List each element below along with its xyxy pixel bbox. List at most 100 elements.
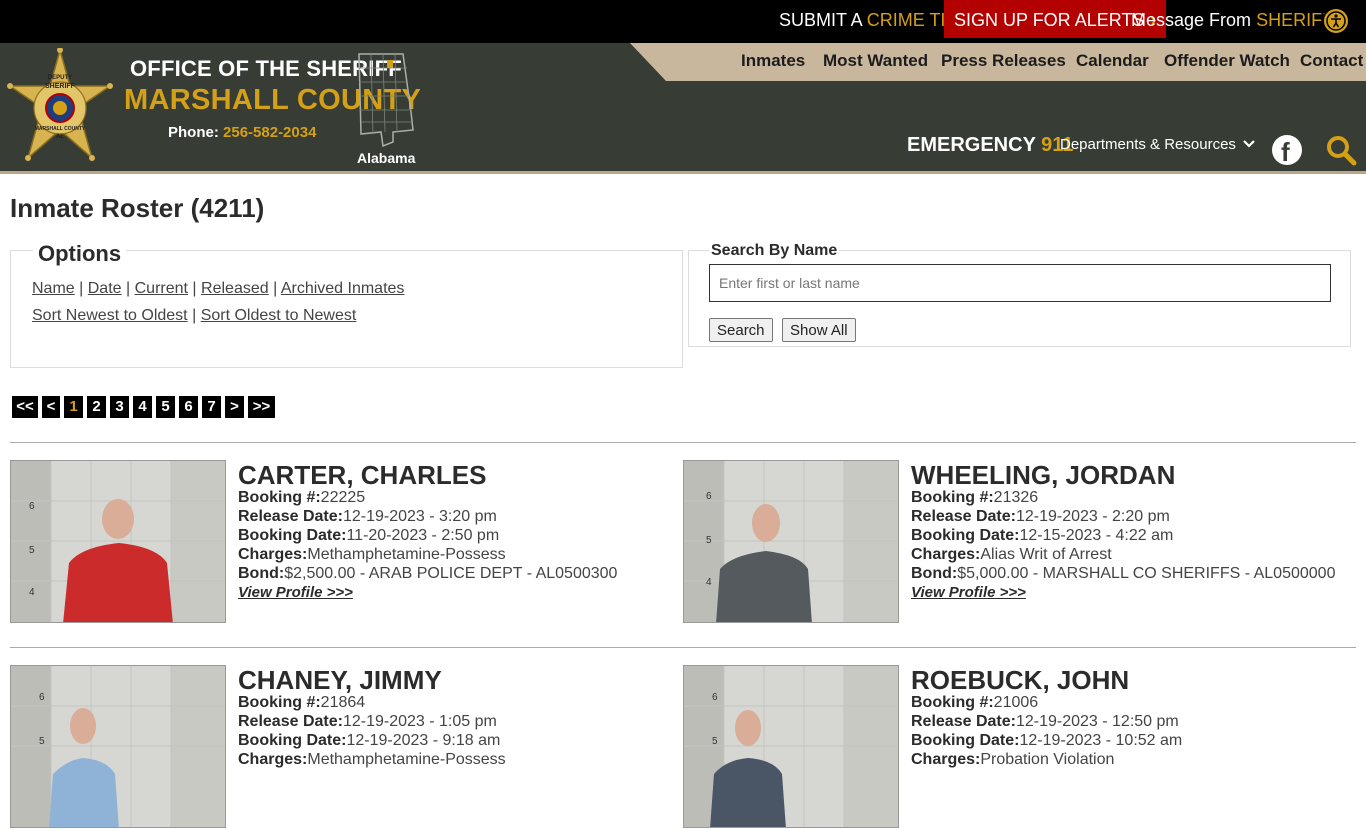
booking-label: Booking #:: [911, 489, 994, 506]
inmate-card: 6 5 CHANEY, JIMMY Booking #:21864 Releas…: [10, 665, 670, 830]
page-4[interactable]: 4: [133, 396, 152, 418]
nav-most-wanted[interactable]: Most Wanted: [823, 51, 928, 71]
sort-date-link[interactable]: Date: [88, 280, 122, 297]
emergency-911[interactable]: EMERGENCY 911: [907, 134, 1073, 157]
booking-label: Booking #:: [238, 694, 321, 711]
ruler-mark: 6: [29, 501, 35, 512]
ruler-mark: 6: [39, 692, 45, 703]
booking-date-label: Booking Date:: [911, 732, 1020, 749]
separator: |: [126, 280, 131, 297]
ruler-mark: 6: [712, 692, 718, 703]
nav-press-releases[interactable]: Press Releases: [941, 51, 1066, 71]
booking-label: Booking #:: [238, 489, 321, 506]
message-from-sheriff-link[interactable]: Message From SHERIFF›: [1131, 0, 1345, 40]
departments-resources-dropdown[interactable]: Departments & Resources: [1060, 136, 1255, 153]
page-1[interactable]: 1: [64, 396, 83, 418]
inmate-card: 6 5 4 CARTER, CHARLES Booking #:22225 Re…: [10, 460, 670, 625]
sheriff-badge-logo[interactable]: DEPUTY SHERIFF MARSHALL COUNTY AL: [6, 47, 114, 171]
ruler-mark: 4: [706, 577, 712, 588]
charges-value: Methamphetamine-Possess: [307, 751, 506, 768]
badge-text-county: MARSHALL COUNTY: [35, 126, 86, 132]
page-5[interactable]: 5: [156, 396, 175, 418]
booking-value: 21326: [993, 489, 1039, 506]
view-profile-link[interactable]: View Profile >>>: [911, 584, 1026, 601]
nav-inmates[interactable]: Inmates: [741, 51, 805, 71]
booking-date-label: Booking Date:: [238, 527, 347, 544]
departments-label: Departments & Resources: [1060, 136, 1236, 153]
badge-text-deputy: DEPUTY: [48, 75, 72, 81]
inmate-photo[interactable]: 6 5: [10, 665, 226, 828]
message-prefix: Message From: [1131, 10, 1252, 30]
page-last[interactable]: >>: [248, 396, 275, 418]
bond-value: $2,500.00 - ARAB POLICE DEPT - AL0500300: [284, 565, 618, 582]
page-2[interactable]: 2: [87, 396, 106, 418]
submit-tip-prefix: SUBMIT A: [779, 10, 862, 30]
ruler-mark: 5: [39, 736, 45, 747]
sort-name-link[interactable]: Name: [32, 280, 75, 297]
nav-calendar[interactable]: Calendar: [1076, 51, 1149, 71]
divider: [10, 442, 1356, 443]
inmate-name: WHEELING, JORDAN: [911, 460, 1176, 490]
inmate-name: CHANEY, JIMMY: [238, 665, 442, 695]
charges-label: Charges:: [911, 751, 981, 768]
charges: Charges:Probation Violation: [911, 751, 1114, 769]
bond-label: Bond:: [238, 565, 285, 582]
alabama-map-icon: [353, 52, 417, 153]
search-icon[interactable]: [1325, 134, 1357, 171]
inmate-name: CARTER, CHARLES: [238, 460, 487, 490]
page-next[interactable]: >: [225, 396, 244, 418]
booking-value: 21006: [993, 694, 1039, 711]
booking-number: Booking #:21864: [238, 694, 365, 712]
view-profile-link[interactable]: View Profile >>>: [238, 584, 353, 601]
nav-contact[interactable]: Contact: [1300, 51, 1363, 71]
page-first[interactable]: <<: [12, 396, 38, 418]
show-all-button[interactable]: Show All: [782, 318, 856, 342]
inmate-photo[interactable]: 6 5 4: [683, 460, 899, 623]
booking-date-value: 12-19-2023 - 10:52 am: [1019, 732, 1183, 749]
divider: [10, 647, 1356, 648]
sort-newest-link[interactable]: Sort Newest to Oldest: [32, 307, 188, 324]
charges-label: Charges:: [911, 546, 981, 563]
booking-date-value: 12-19-2023 - 9:18 am: [346, 732, 501, 749]
ruler-mark: 5: [712, 736, 718, 747]
filter-released-link[interactable]: Released: [201, 280, 269, 297]
submit-crime-tip-link[interactable]: SUBMIT A CRIME TIP›: [779, 0, 969, 40]
inmate-photo[interactable]: 6 5 4: [10, 460, 226, 623]
facebook-icon[interactable]: f: [1272, 135, 1302, 167]
phone-line: Phone: 256-582-2034: [168, 124, 316, 141]
inmate-card: 6 5 4 WHEELING, JORDAN Booking #:21326 R…: [683, 460, 1343, 625]
page-6[interactable]: 6: [179, 396, 198, 418]
search-name-input[interactable]: [709, 264, 1331, 302]
ruler-mark: 5: [29, 545, 35, 556]
state-label: Alabama: [357, 150, 416, 166]
alerts-label: SIGN UP FOR ALERTS: [954, 10, 1145, 30]
page-prev[interactable]: <: [42, 396, 60, 418]
charges: Charges:Methamphetamine-Possess: [238, 546, 506, 564]
inmate-photo[interactable]: 6 5: [683, 665, 899, 828]
booking-date-label: Booking Date:: [238, 732, 347, 749]
page-3[interactable]: 3: [110, 396, 129, 418]
booking-date: Booking Date:11-20-2023 - 2:50 pm: [238, 527, 499, 545]
booking-date-value: 11-20-2023 - 2:50 pm: [346, 527, 500, 544]
accessibility-icon[interactable]: [1322, 7, 1350, 35]
sort-by-links: Name | Date | Current | Released | Archi…: [32, 280, 404, 298]
separator: |: [79, 280, 84, 297]
release-value: 12-19-2023 - 3:20 pm: [342, 508, 497, 525]
sort-oldest-link[interactable]: Sort Oldest to Newest: [201, 307, 357, 324]
ruler-mark: 4: [29, 587, 35, 598]
booking-value: 22225: [320, 489, 366, 506]
release-date: Release Date:12-19-2023 - 1:05 pm: [238, 713, 497, 731]
options-legend: Options: [33, 241, 127, 267]
release-label: Release Date:: [911, 508, 1016, 525]
charges-value: Alias Writ of Arrest: [980, 546, 1112, 563]
filter-current-link[interactable]: Current: [135, 280, 188, 297]
page-7[interactable]: 7: [202, 396, 221, 418]
phone-number[interactable]: 256-582-2034: [223, 124, 316, 141]
search-button[interactable]: Search: [709, 318, 773, 342]
booking-date-value: 12-15-2023 - 4:22 am: [1019, 527, 1174, 544]
charges-value: Probation Violation: [980, 751, 1115, 768]
separator: |: [273, 280, 278, 297]
booking-date-label: Booking Date:: [911, 527, 1020, 544]
nav-offender-watch[interactable]: Offender Watch: [1164, 51, 1290, 71]
archived-inmates-link[interactable]: Archived Inmates: [281, 280, 405, 297]
